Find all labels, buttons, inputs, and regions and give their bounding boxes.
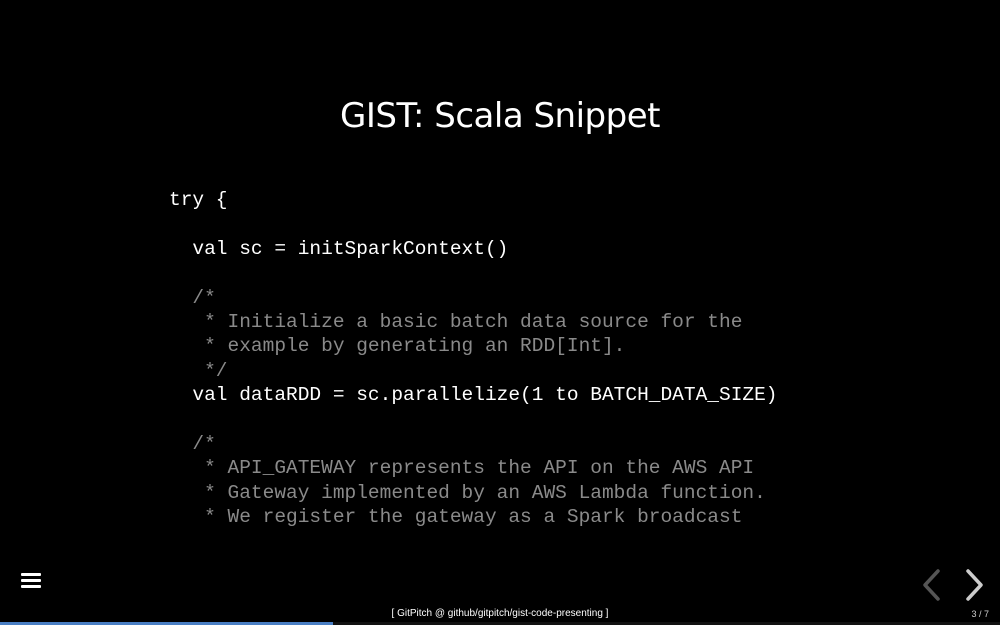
chevron-left-icon — [923, 569, 940, 601]
footer-attribution: [ GitPitch @ github/gitpitch/gist-code-p… — [391, 608, 609, 619]
code-comment-line: * example by generating an RDD[Int]. — [169, 335, 626, 358]
slide-title: GIST: Scala Snippet — [340, 96, 660, 136]
code-line: val sc = initSparkContext() — [169, 237, 509, 260]
code-comment-line: /* — [169, 432, 216, 455]
code-comment-line: /* — [169, 286, 216, 309]
code-line: try { — [169, 189, 228, 211]
code-comment-line: * API_GATEWAY represents the API on the … — [169, 457, 755, 480]
code-comment-line: * Gateway implemented by an AWS Lambda f… — [169, 481, 766, 504]
code-line: val dataRDD = sc.parallelize(1 to BATCH_… — [169, 384, 778, 407]
slide-number: 3 / 7 — [971, 609, 989, 619]
code-snippet: try { val sc = initSparkContext() /* * I… — [169, 188, 778, 529]
hamburger-menu-icon — [21, 573, 41, 576]
previous-slide-button[interactable] — [920, 568, 944, 602]
menu-button[interactable] — [21, 573, 41, 589]
next-slide-button[interactable] — [962, 568, 986, 602]
code-comment-line: */ — [169, 359, 228, 382]
code-comment-line: * We register the gateway as a Spark bro… — [169, 506, 743, 529]
code-comment-line: * Initialize a basic batch data source f… — [169, 310, 743, 333]
chevron-right-icon — [966, 569, 983, 601]
